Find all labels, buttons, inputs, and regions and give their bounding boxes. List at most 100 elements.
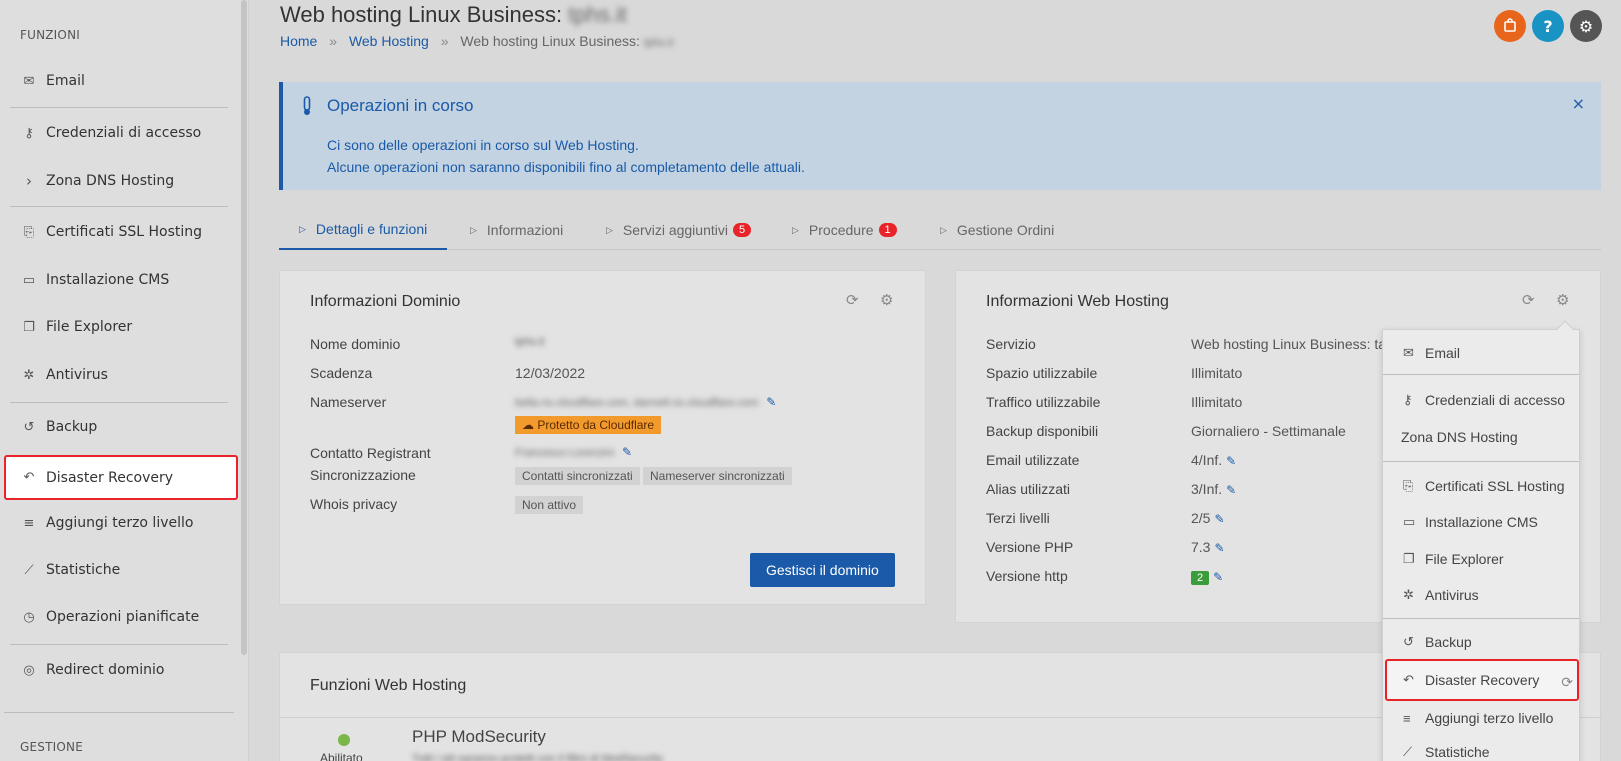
hosting-row-value: Illimitato [1191,394,1243,410]
pencil-icon[interactable]: ✎ [1214,512,1224,526]
window-icon: ▭ [22,272,36,288]
dropdown-item-label: Backup [1425,634,1472,650]
pencil-icon[interactable]: ✎ [622,445,632,459]
breadcrumb-web-hosting[interactable]: Web Hosting [349,33,429,49]
registrant-label: Contatto Registrant [310,445,431,461]
pencil-icon[interactable]: ✎ [1226,483,1236,497]
status-enabled-dot [338,734,350,746]
sidebar-item-label: Statistiche [46,562,121,578]
triangle-right-icon: ▷ [940,224,947,235]
sync-nameserver-tag: Nameserver sincronizzati [643,467,792,485]
settings-button[interactable]: ⚙ [1570,10,1602,42]
tab-label: Procedure [808,222,874,238]
thermometer-icon [301,96,313,120]
alert-line-2: Alcune operazioni non saranno disponibil… [327,159,805,175]
dropdown-item-statistics[interactable]: ⟋ Statistiche [1383,735,1579,761]
sidebar-item-label: Operazioni pianificate [46,609,200,625]
manage-domain-button[interactable]: Gestisci il dominio [750,553,895,587]
sidebar-item-dns-zone[interactable]: › Zona DNS Hosting [10,162,228,200]
tab-details[interactable]: ▷ Dettagli e funzioni [279,210,448,250]
pencil-icon[interactable]: ✎ [1213,570,1223,584]
bug-icon: ✲ [1403,587,1414,602]
dropdown-item-dns-zone[interactable]: Zona DNS Hosting [1383,420,1579,454]
sidebar-section-management: GESTIONE [20,740,83,754]
close-icon[interactable]: × [1572,94,1585,113]
breadcrumb-home[interactable]: Home [280,33,317,49]
dropdown-item-credentials[interactable]: ⚷ Credenziali di accesso [1383,383,1579,417]
sidebar-divider [10,402,228,403]
sidebar-item-disaster-recovery[interactable]: ↶ Disaster Recovery [4,455,238,500]
breadcrumb: Home » Web Hosting » Web hosting Linux B… [280,33,673,49]
count-badge: 5 [732,223,752,237]
dropdown-item-label: File Explorer [1425,551,1504,567]
help-button[interactable]: ? [1532,10,1564,42]
cart-button[interactable] [1494,10,1526,42]
sidebar-item-credentials[interactable]: ⚷ Credenziali di accesso [10,114,228,152]
panel-title: Funzioni Web Hosting [310,677,467,694]
sidebar-item-statistics[interactable]: ⟋ Statistiche [10,551,228,589]
tab-label: Servizi aggiuntivi [622,222,728,238]
registrant-value: Francesco Lorenzini ✎ [515,443,632,459]
nameserver-text: bella.ns.cloudflare.com, dannell.ns.clou… [515,397,759,409]
sidebar-item-cms[interactable]: ▭ Installazione CMS [10,261,228,299]
certificate-icon: ⎘ [1403,478,1414,493]
sidebar-item-backup[interactable]: ↺ Backup [10,408,228,446]
status-label: Abilitato [320,751,363,761]
dropdown-item-email[interactable]: ✉ Email [1383,336,1579,370]
hosting-row-label: Email utilizzate [986,452,1080,468]
sidebar-item-label: Zona DNS Hosting [46,173,175,189]
gear-icon[interactable]: ⚙ [880,291,893,309]
hosting-row-value: Web hosting Linux Business: ta [1191,336,1387,352]
dropdown-item-file-explorer[interactable]: ❐ File Explorer [1383,542,1579,576]
tab-additional-services[interactable]: ▷ Servizi aggiuntivi 5 [606,210,752,250]
sidebar-item-file-explorer[interactable]: ❐ File Explorer [10,308,228,346]
undo-icon: ↶ [1403,672,1414,687]
expiry-value: 12/03/2022 [515,365,586,381]
dropdown-item-label: Zona DNS Hosting [1401,429,1518,445]
sidebar-item-antivirus[interactable]: ✲ Antivirus [10,356,228,394]
sidebar-item-ssl[interactable]: ⎘ Certificati SSL Hosting [10,213,228,251]
window-icon: ▭ [1403,514,1416,529]
refresh-icon[interactable]: ⟳ [1522,291,1535,309]
modsecurity-title: PHP ModSecurity [412,727,546,746]
dropdown-divider [1383,618,1579,619]
sidebar-item-redirect[interactable]: ◎ Redirect dominio [10,651,228,689]
mail-icon: ✉ [23,73,35,89]
whois-tag: Non attivo [515,496,584,514]
sidebar-item-scheduled-ops[interactable]: ◷ Operazioni pianificate [10,598,228,636]
triangle-right-icon: ▷ [792,224,799,235]
sidebar-item-label: Backup [46,419,98,435]
breadcrumb-current: Web hosting Linux Business: [460,33,640,49]
sidebar-item-email[interactable]: ✉ Email [10,62,228,100]
list-icon: ≡ [1403,710,1411,726]
alert-title: Operazioni in corso [327,96,474,115]
dropdown-item-label: Email [1425,345,1461,361]
tab-information[interactable]: ▷ Informazioni [470,210,563,250]
sidebar-item-add-third-level[interactable]: ≡ Aggiungi terzo livello [10,504,228,542]
sidebar-item-label: Antivirus [46,367,108,383]
sidebar-item-label: Installazione CMS [46,272,170,288]
dropdown-item-add-third-level[interactable]: ≡ Aggiungi terzo livello [1383,701,1579,735]
pencil-icon[interactable]: ✎ [766,395,776,409]
tab-procedures[interactable]: ▷ Procedure 1 [792,210,897,250]
dropdown-item-ssl[interactable]: ⎘ Certificati SSL Hosting [1383,469,1579,503]
chart-icon: ⟋ [24,562,34,578]
alert-line-1: Ci sono delle operazioni in corso sul We… [327,137,639,153]
dropdown-item-cms[interactable]: ▭ Installazione CMS [1383,505,1579,539]
count-badge: 1 [878,223,897,237]
hosting-row-value: 3/Inf. ✎ [1191,481,1236,497]
page-title-text: Web hosting Linux Business: [280,2,563,27]
dropdown-item-backup[interactable]: ↺ Backup [1383,625,1579,659]
refresh-icon: ⟳ [1561,674,1573,690]
dropdown-item-label: Certificati SSL Hosting [1425,478,1565,494]
sidebar-scrollbar[interactable] [241,0,247,655]
gear-icon[interactable]: ⚙ [1556,291,1569,309]
redacted-domain: tphs.it [643,37,674,49]
dropdown-item-antivirus[interactable]: ✲ Antivirus [1383,578,1579,612]
refresh-icon[interactable]: ⟳ [846,291,859,309]
tab-orders[interactable]: ▷ Gestione Ordini [940,210,1054,250]
pencil-icon[interactable]: ✎ [1214,541,1224,555]
list-icon: ≡ [23,515,35,531]
pencil-icon[interactable]: ✎ [1226,454,1236,468]
dropdown-item-disaster-recovery[interactable]: ↶ Disaster Recovery ⟳ [1385,659,1579,701]
